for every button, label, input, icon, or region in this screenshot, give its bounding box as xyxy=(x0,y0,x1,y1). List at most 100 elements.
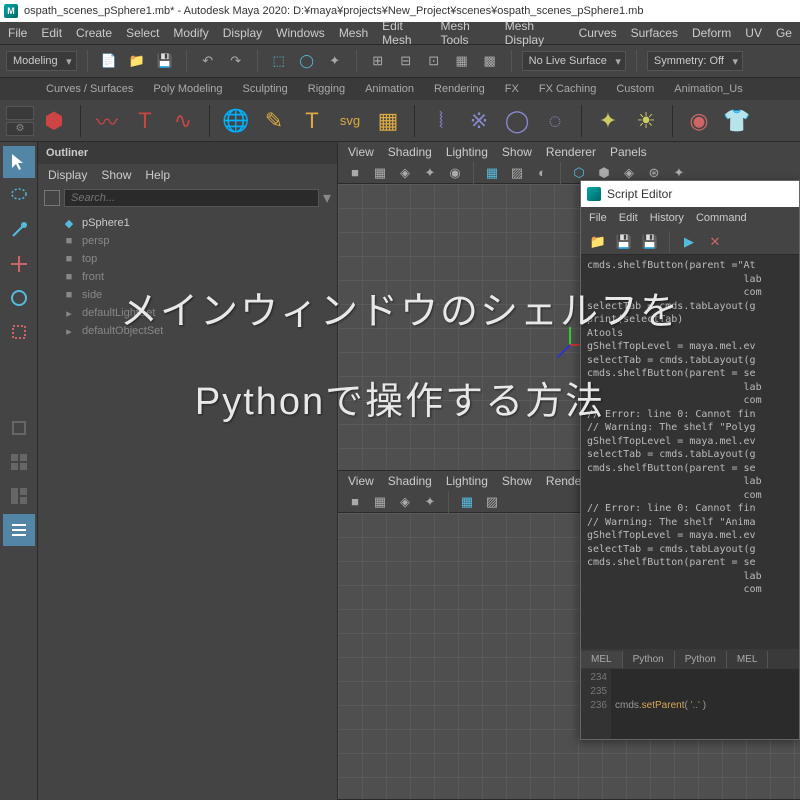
outliner-item-persp[interactable]: ■persp xyxy=(38,232,337,250)
filter-icon[interactable] xyxy=(44,190,60,206)
vp-icon[interactable]: ▨ xyxy=(481,491,503,513)
menu-modify[interactable]: Modify xyxy=(173,26,208,40)
symmetry-dropdown[interactable]: Symmetry: Off xyxy=(647,51,743,71)
layout-tool-1[interactable] xyxy=(3,412,35,444)
outliner-item-lightset[interactable]: ▸defaultLightSet xyxy=(38,304,337,322)
menu-deform[interactable]: Deform xyxy=(692,26,731,40)
paint-select-icon[interactable]: ✦ xyxy=(324,50,346,72)
shelf-render-icon[interactable]: ◉ xyxy=(681,103,717,139)
vp-icon[interactable]: ◐ xyxy=(531,162,553,184)
shelf-text-icon[interactable]: T xyxy=(127,103,163,139)
menu-select[interactable]: Select xyxy=(126,26,159,40)
scale-tool[interactable] xyxy=(3,316,35,348)
vp-menu-shading[interactable]: Shading xyxy=(388,474,432,488)
rotate-tool[interactable] xyxy=(3,282,35,314)
snap-live-icon[interactable]: ▩ xyxy=(479,50,501,72)
move-tool[interactable] xyxy=(3,248,35,280)
outliner-item-front[interactable]: ■front xyxy=(38,268,337,286)
vp-menu-show[interactable]: Show xyxy=(502,145,532,159)
se-clear-icon[interactable]: ✕ xyxy=(704,231,726,253)
outliner-item-objectset[interactable]: ▸defaultObjectSet xyxy=(38,322,337,340)
snap-grid-icon[interactable]: ⊞ xyxy=(367,50,389,72)
shelf-tab-curves[interactable]: Curves / Surfaces xyxy=(38,80,141,98)
shelf-tab-custom[interactable]: Custom xyxy=(608,80,662,98)
outliner-item-side[interactable]: ■side xyxy=(38,286,337,304)
se-tab-python[interactable]: Python xyxy=(623,651,675,668)
shelf-sun-icon[interactable]: ☀ xyxy=(628,103,664,139)
vp-icon[interactable]: ■ xyxy=(344,162,366,184)
vp-menu-renderer[interactable]: Renderer xyxy=(546,145,596,159)
shelf-shirt-icon[interactable]: 👕 xyxy=(719,103,755,139)
lasso-tool[interactable] xyxy=(3,180,35,212)
outliner-menu-show[interactable]: Show xyxy=(101,168,131,182)
outliner-menu-help[interactable]: Help xyxy=(145,168,170,182)
lasso-icon[interactable]: ◯ xyxy=(296,50,318,72)
menu-edit[interactable]: Edit xyxy=(41,26,62,40)
snap-plane-icon[interactable]: ▦ xyxy=(451,50,473,72)
script-editor-titlebar[interactable]: Script Editor xyxy=(581,181,799,207)
shelf-light-icon[interactable]: ✦ xyxy=(590,103,626,139)
select-tool[interactable] xyxy=(3,146,35,178)
menu-surfaces[interactable]: Surfaces xyxy=(631,26,678,40)
shelf-tab-animus[interactable]: Animation_Us xyxy=(666,80,750,98)
shelf-svg-icon[interactable]: svg xyxy=(332,103,368,139)
shelf-fluid2-icon[interactable]: ※ xyxy=(461,103,497,139)
menu-mesh-tools[interactable]: Mesh Tools xyxy=(440,19,490,47)
vp-icon[interactable]: ◉ xyxy=(444,162,466,184)
vp-menu-lighting[interactable]: Lighting xyxy=(446,145,488,159)
shelf-tab-anim[interactable]: Animation xyxy=(357,80,422,98)
menu-edit-mesh[interactable]: Edit Mesh xyxy=(382,19,426,47)
outliner-search-input[interactable] xyxy=(64,189,319,207)
se-tab-mel2[interactable]: MEL xyxy=(727,651,769,668)
shelf-wave-icon[interactable]: ∿ xyxy=(165,103,201,139)
se-saveall-icon[interactable]: 💾 xyxy=(639,231,661,253)
undo-icon[interactable]: ↶ xyxy=(197,50,219,72)
se-menu-history[interactable]: History xyxy=(650,212,684,224)
snap-point-icon[interactable]: ⊡ xyxy=(423,50,445,72)
vp-menu-view[interactable]: View xyxy=(348,145,374,159)
vp-icon[interactable]: ✦ xyxy=(419,491,441,513)
menu-more[interactable]: Ge xyxy=(776,26,792,40)
menu-create[interactable]: Create xyxy=(76,26,112,40)
vp-icon[interactable]: ■ xyxy=(344,491,366,513)
layout-tool-2[interactable] xyxy=(3,446,35,478)
vp-menu-show[interactable]: Show xyxy=(502,474,532,488)
script-editor-output[interactable]: cmds.shelfButton(parent ="At lab com sel… xyxy=(581,255,799,649)
se-menu-file[interactable]: File xyxy=(589,212,607,224)
outliner-item-psphere1[interactable]: ◆pSphere1 xyxy=(38,214,337,232)
redo-icon[interactable]: ↷ xyxy=(225,50,247,72)
se-menu-edit[interactable]: Edit xyxy=(619,212,638,224)
layout-tool-3[interactable] xyxy=(3,480,35,512)
menu-windows[interactable]: Windows xyxy=(276,26,325,40)
save-scene-icon[interactable]: 💾 xyxy=(154,50,176,72)
vp-icon[interactable]: ▦ xyxy=(481,162,503,184)
shelf-brush-icon[interactable]: ✎ xyxy=(256,103,292,139)
shelf-tab-rig[interactable]: Rigging xyxy=(300,80,353,98)
se-save-icon[interactable]: 💾 xyxy=(613,231,635,253)
paint-tool[interactable] xyxy=(3,214,35,246)
shelf-curve-icon[interactable]: 〰 xyxy=(89,103,125,139)
outliner-menu-display[interactable]: Display xyxy=(48,168,87,182)
vp-menu-shading[interactable]: Shading xyxy=(388,145,432,159)
vp-icon[interactable]: ◈ xyxy=(394,491,416,513)
vp-menu-view[interactable]: View xyxy=(348,474,374,488)
select-icon[interactable]: ⬚ xyxy=(268,50,290,72)
vp-menu-lighting[interactable]: Lighting xyxy=(446,474,488,488)
shelf-tab-render[interactable]: Rendering xyxy=(426,80,493,98)
se-exec-icon[interactable]: ▶ xyxy=(678,231,700,253)
se-tab-python2[interactable]: Python xyxy=(675,651,727,668)
menu-uv[interactable]: UV xyxy=(745,26,762,40)
shelf-toggle[interactable]: ⚙ xyxy=(6,106,34,136)
snap-curve-icon[interactable]: ⊟ xyxy=(395,50,417,72)
outliner-toggle[interactable] xyxy=(3,514,35,546)
code-text[interactable]: cmds.setParent( '..' ) xyxy=(611,669,799,739)
shelf-globe-icon[interactable]: 🌐 xyxy=(218,103,254,139)
shelf-cube-icon[interactable]: ⬢ xyxy=(36,103,72,139)
new-scene-icon[interactable]: 📄 xyxy=(98,50,120,72)
menu-mesh[interactable]: Mesh xyxy=(339,26,368,40)
vp-icon[interactable]: ◈ xyxy=(394,162,416,184)
se-menu-command[interactable]: Command xyxy=(696,212,747,224)
se-tab-mel[interactable]: MEL xyxy=(581,651,623,668)
menu-file[interactable]: File xyxy=(8,26,27,40)
vp-icon[interactable]: ✦ xyxy=(419,162,441,184)
